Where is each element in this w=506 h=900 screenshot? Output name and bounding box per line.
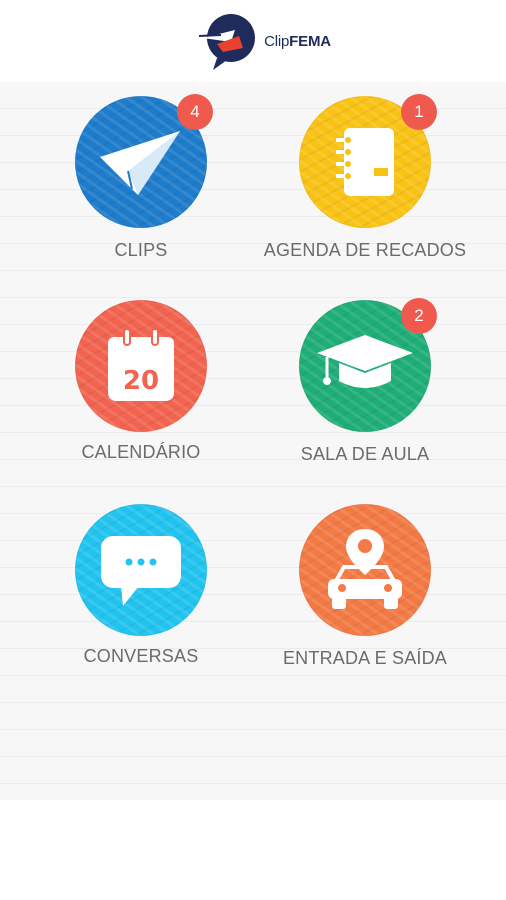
conversas-label: CONVERSAS bbox=[83, 646, 199, 666]
calendar-icon: 20 bbox=[108, 328, 174, 401]
calendar-day-number: 20 bbox=[123, 366, 159, 396]
graduation-cap-icon bbox=[317, 335, 413, 388]
clips-badge: 4 bbox=[177, 94, 213, 130]
menu-item-entrada-e-saida[interactable]: ENTRADA E SAÍDA bbox=[240, 504, 490, 669]
clips-circle: 4 bbox=[75, 94, 213, 228]
sala-badge: 2 bbox=[401, 298, 437, 334]
agenda-circle: 1 bbox=[299, 94, 437, 228]
entrada-circle bbox=[299, 504, 431, 636]
menu-item-clips[interactable]: 4 CLIPS bbox=[16, 94, 266, 261]
conversas-circle bbox=[75, 504, 207, 636]
menu-item-sala-de-aula[interactable]: 2 SALA DE AULA bbox=[240, 298, 490, 465]
app-logo-text: ClipFEMA bbox=[264, 32, 331, 50]
footer-blank bbox=[0, 800, 506, 900]
entrada-label: ENTRADA E SAÍDA bbox=[282, 648, 448, 668]
agenda-badge: 1 bbox=[401, 94, 437, 130]
clipfema-logo-icon bbox=[199, 14, 256, 70]
notebook-icon bbox=[336, 128, 394, 196]
app-logo: ClipFEMA bbox=[195, 8, 331, 74]
calendario-circle: 20 bbox=[75, 300, 207, 432]
calendario-label: CALENDÁRIO bbox=[81, 442, 201, 462]
sala-label: SALA DE AULA bbox=[300, 444, 430, 464]
paper-plane-icon bbox=[100, 131, 180, 195]
app-header: ClipFEMA bbox=[0, 0, 506, 82]
menu-item-agenda-de-recados[interactable]: 1 AGENDA DE RECADOS bbox=[240, 94, 490, 261]
menu-item-conversas[interactable]: CONVERSAS bbox=[16, 504, 266, 667]
menu-item-calendario[interactable]: 20 CALENDÁRIO bbox=[16, 300, 266, 463]
clips-label: CLIPS bbox=[114, 240, 168, 260]
car-location-icon bbox=[328, 529, 402, 609]
chat-bubble-icon bbox=[101, 536, 181, 606]
agenda-label: AGENDA DE RECADOS bbox=[263, 240, 467, 260]
sala-circle: 2 bbox=[299, 298, 437, 432]
